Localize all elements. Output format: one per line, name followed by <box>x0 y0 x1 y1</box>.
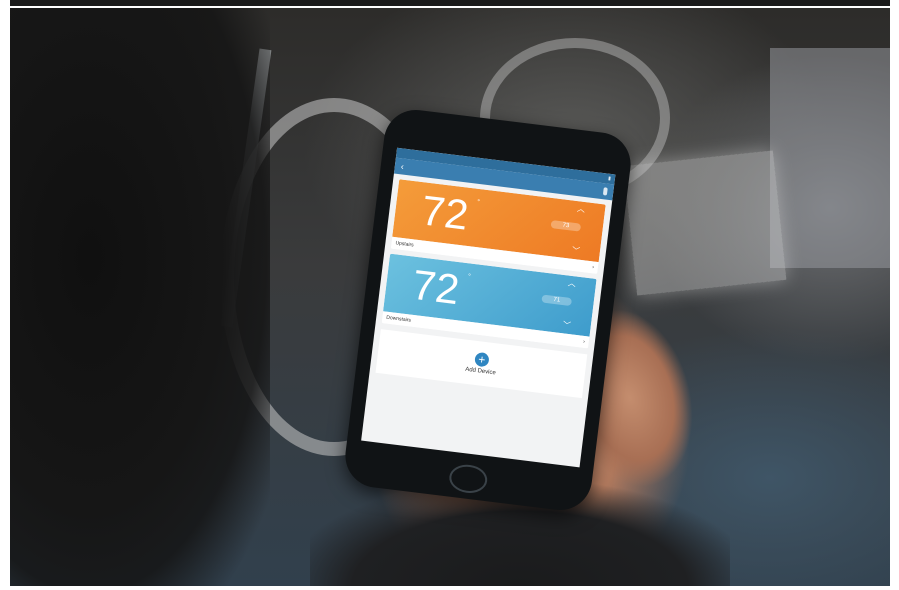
chevron-right-icon[interactable]: › <box>592 264 594 270</box>
chevron-up-icon[interactable]: ︿ <box>576 203 585 215</box>
plus-icon[interactable]: + <box>474 351 490 368</box>
add-device-label[interactable]: Add Device <box>465 367 496 377</box>
battery-icon: ▮ <box>607 175 612 182</box>
current-temperature: 72 <box>418 186 471 239</box>
background-wall <box>770 48 890 268</box>
chevron-up-icon[interactable]: ︿ <box>567 278 576 290</box>
smartphone: ▮ ‹ 72 ° ︿ 73 ﹀ Upstairs › 72 ° ︿ 71 ﹀ D… <box>341 106 635 514</box>
chevron-right-icon[interactable]: › <box>583 339 585 345</box>
home-button[interactable] <box>447 462 489 496</box>
person-silhouette <box>10 8 270 586</box>
degree-symbol: ° <box>467 273 472 281</box>
top-border <box>10 0 890 6</box>
thermostat-name: Downstairs <box>385 314 412 324</box>
thermometer-icon[interactable] <box>602 187 608 196</box>
setpoint-badge: 71 <box>541 294 573 307</box>
current-temperature: 72 <box>409 260 462 314</box>
chevron-down-icon[interactable]: ﹀ <box>571 245 580 257</box>
phone-screen: ▮ ‹ 72 ° ︿ 73 ﹀ Upstairs › 72 ° ︿ 71 ﹀ D… <box>361 147 616 468</box>
thermostat-name: Upstairs <box>395 240 415 249</box>
bottom-border <box>0 586 899 590</box>
chevron-left-icon[interactable]: ‹ <box>400 161 404 171</box>
chevron-down-icon[interactable]: ﹀ <box>562 319 571 331</box>
background-sign <box>623 150 787 296</box>
setpoint-badge: 73 <box>550 220 582 232</box>
degree-symbol: ° <box>476 198 481 207</box>
